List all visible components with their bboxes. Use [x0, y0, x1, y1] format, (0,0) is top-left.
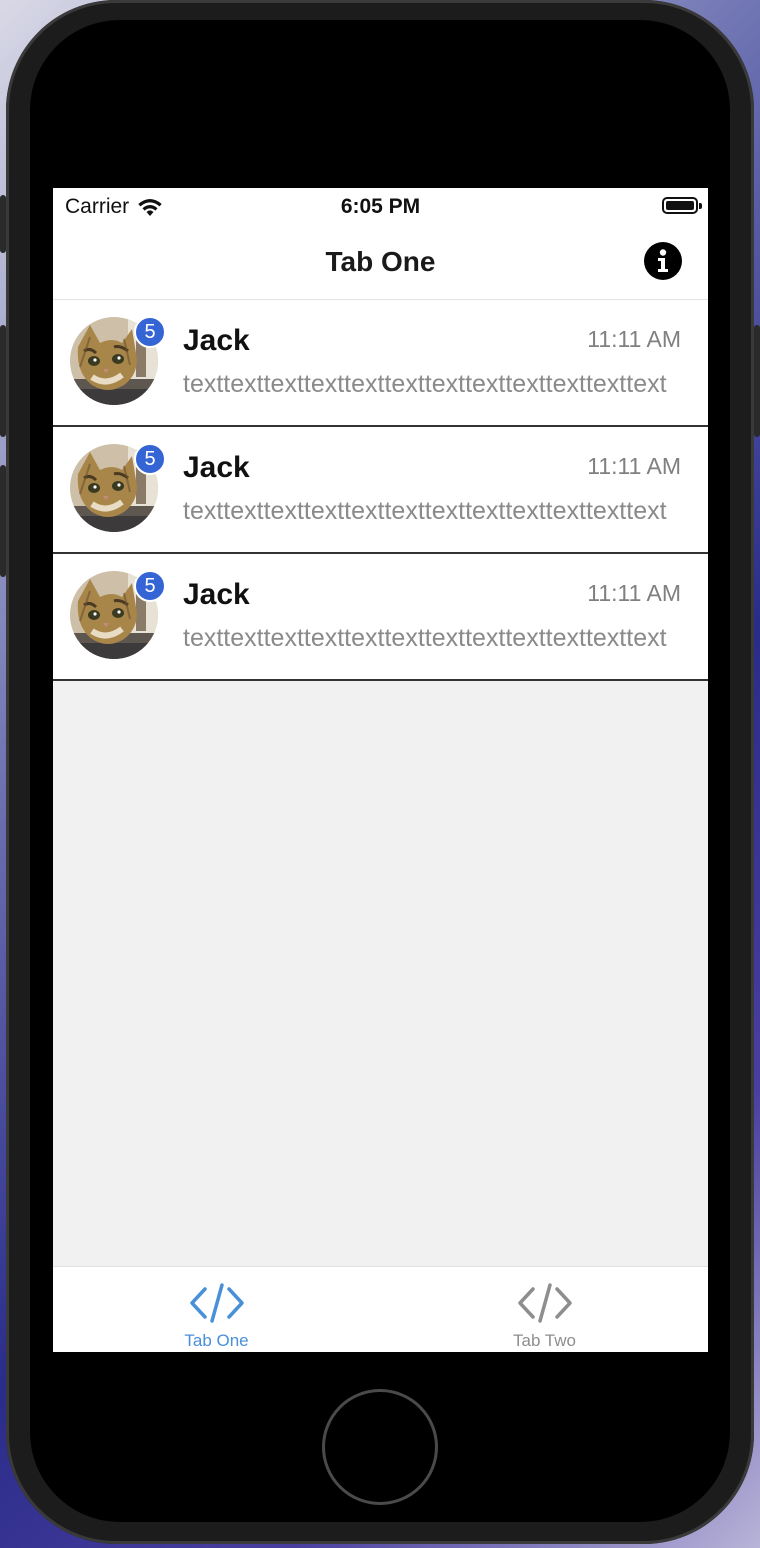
conversation-row[interactable]: 5 Jack 11:11 AM texttexttexttexttexttext… — [53, 300, 708, 427]
volume-down-button — [0, 465, 6, 577]
info-icon[interactable] — [644, 242, 682, 280]
home-button[interactable] — [322, 1389, 438, 1505]
app-screen: Carrier 6:05 PM Tab One 5 Jack 11:11 AM … — [53, 188, 708, 1352]
unread-count-badge: 5 — [134, 316, 166, 348]
contact-name: Jack — [183, 451, 250, 484]
unread-count-badge: 5 — [134, 570, 166, 602]
message-preview: texttexttexttexttexttexttexttexttexttext… — [183, 370, 667, 398]
battery-level — [666, 201, 694, 210]
message-preview: texttexttexttexttexttexttexttexttexttext… — [183, 624, 667, 652]
tab-two-label: Tab Two — [512, 1331, 576, 1350]
unread-count-badge: 5 — [134, 443, 166, 475]
conversation-list: 5 Jack 11:11 AM texttexttexttexttexttext… — [53, 300, 708, 681]
navigation-bar: Tab One — [53, 224, 708, 300]
message-preview: texttexttexttexttexttexttexttexttexttext… — [183, 497, 667, 525]
volume-up-button — [0, 325, 6, 437]
tab-one[interactable]: Tab One — [53, 1267, 380, 1352]
page-title: Tab One — [325, 246, 436, 277]
status-bar: Carrier 6:05 PM — [53, 188, 708, 224]
code-icon — [518, 1283, 572, 1323]
battery-tip — [699, 203, 702, 209]
status-time: 6:05 PM — [340, 195, 421, 218]
power-button — [754, 325, 760, 437]
message-time: 11:11 AM — [587, 453, 681, 479]
tab-one-label: Tab One — [184, 1331, 249, 1350]
conversation-row[interactable]: 5 Jack 11:11 AM texttexttexttexttexttext… — [53, 427, 708, 554]
battery-icon — [662, 197, 698, 214]
message-time: 11:11 AM — [587, 326, 681, 352]
contact-name: Jack — [183, 324, 250, 357]
message-time: 11:11 AM — [587, 580, 681, 606]
tab-two[interactable]: Tab Two — [381, 1267, 708, 1352]
conversation-row[interactable]: 5 Jack 11:11 AM texttexttexttexttexttext… — [53, 554, 708, 681]
mute-switch — [0, 195, 6, 253]
contact-name: Jack — [183, 578, 250, 611]
tab-bar: Tab One Tab Two — [53, 1266, 708, 1352]
code-icon — [190, 1283, 244, 1323]
